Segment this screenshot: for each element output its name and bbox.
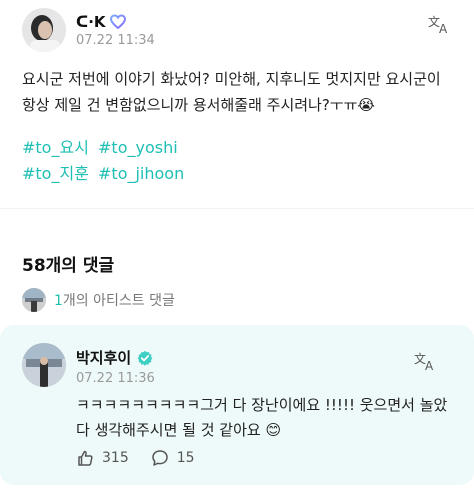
hashtag-link[interactable]: #to_yoshi xyxy=(98,138,178,157)
post-header: ᑕ·K 07.22 11:34 文 A xyxy=(22,8,454,54)
author-name-text: ᑕ·K xyxy=(76,13,106,31)
comment-author-name[interactable]: 박지후이 xyxy=(76,347,153,368)
comment-timestamp: 07.22 11:36 xyxy=(76,371,155,386)
hashtag-link[interactable]: #to_jihoon xyxy=(98,164,184,183)
translate-icon: 文 A xyxy=(428,14,448,35)
heart-badge-icon xyxy=(109,14,126,30)
reply-button[interactable]: 15 xyxy=(151,449,195,467)
artist-avatar-image xyxy=(22,288,46,312)
svg-text:A: A xyxy=(425,359,434,372)
comment-text: ㅋㅋㅋㅋㅋㅋㅋㅋㅋ그거 다 장난이에요 !!!!! 웃으면서 놀았다 생각해주시… xyxy=(76,396,448,439)
post-body: 요시군 저번에 이야기 화났어? 미안해, 지후니도 멋지지만 요시군이 항상 … xyxy=(22,70,441,114)
section-divider xyxy=(0,208,474,209)
verified-badge-icon xyxy=(137,350,153,366)
translate-icon: 文 A xyxy=(414,351,434,372)
post-timestamp: 07.22 11:34 xyxy=(76,33,155,48)
comment-author-text: 박지후이 xyxy=(76,349,132,367)
translate-button[interactable]: 文 A xyxy=(426,12,454,36)
author-avatar[interactable] xyxy=(22,8,66,52)
artist-comments-text: 1개의 아티스트 댓글 xyxy=(54,290,175,310)
artist-comments-count: 1 xyxy=(54,293,63,309)
author-name[interactable]: ᑕ·K xyxy=(76,13,126,31)
comments-count: 58개의 댓글 xyxy=(22,256,115,276)
like-count: 315 xyxy=(102,450,129,466)
like-icon xyxy=(78,450,93,466)
artist-comments-link[interactable]: 1개의 아티스트 댓글 xyxy=(22,288,175,312)
artist-comments-label: 개의 아티스트 댓글 xyxy=(62,293,175,309)
artist-comment-card: 박지후이 07.22 11:36 文 A ㅋㅋㅋㅋㅋㅋㅋㅋㅋ그거 다 장난이에요… xyxy=(0,325,474,485)
comment-actions: 315 15 xyxy=(76,449,195,467)
like-button[interactable]: 315 xyxy=(76,449,129,467)
reply-count: 15 xyxy=(176,450,195,466)
reply-icon xyxy=(151,450,168,466)
comment-avatar-image xyxy=(22,343,66,387)
avatar-image xyxy=(22,8,66,52)
svg-text:A: A xyxy=(439,22,448,35)
artist-mini-avatar xyxy=(22,288,46,312)
hashtag-link[interactable]: #to_지훈 xyxy=(22,164,89,183)
comment-translate-button[interactable]: 文 A xyxy=(412,349,440,373)
hashtag-link[interactable]: #to_요시 xyxy=(22,138,89,157)
comment-author-avatar[interactable] xyxy=(22,343,66,387)
hashtags: #to_요시 #to_yoshi #to_지훈 #to_jihoon xyxy=(22,135,454,187)
